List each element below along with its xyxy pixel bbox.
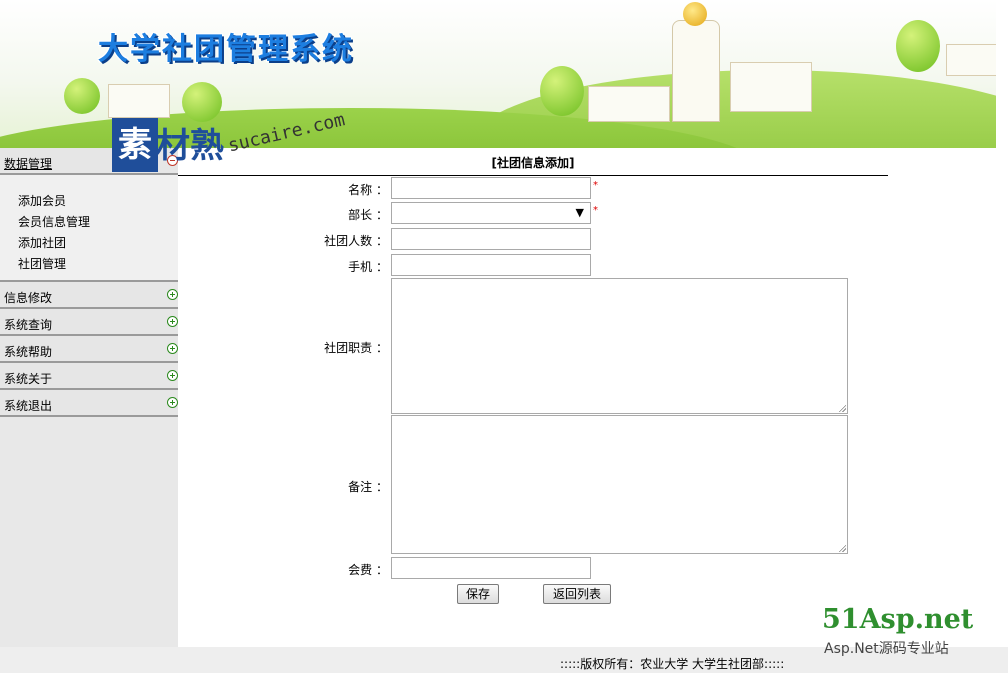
expand-icon[interactable] bbox=[167, 397, 178, 408]
watermark-51asp-subtitle: Asp.Net源码专业站 bbox=[824, 641, 949, 657]
watermark-logo: 素 bbox=[112, 118, 158, 172]
expand-icon[interactable] bbox=[167, 316, 178, 327]
resize-grip-icon[interactable] bbox=[838, 544, 846, 552]
sidebar-item-club-management[interactable]: 社团管理 bbox=[18, 255, 66, 272]
fee-input[interactable] bbox=[391, 557, 591, 579]
chevron-down-icon: ▼ bbox=[575, 206, 584, 219]
sidebar-section-system-help[interactable]: 系统帮助 bbox=[0, 336, 178, 363]
sidebar-section-label: 数据管理 bbox=[4, 157, 53, 171]
required-mark: * bbox=[593, 180, 598, 191]
banner-house bbox=[730, 62, 812, 112]
back-to-list-button[interactable]: 返回列表 bbox=[543, 584, 611, 604]
system-title: 大学社团管理系统 bbox=[98, 32, 354, 67]
sidebar-submenu: 添加会员 会员信息管理 添加社团 社团管理 bbox=[0, 175, 178, 282]
remark-textarea[interactable] bbox=[391, 415, 848, 554]
sidebar-section-system-exit[interactable]: 系统退出 bbox=[0, 390, 178, 417]
copyright-text: :::::版权所有：农业大学 大学生社团部::::: bbox=[560, 657, 785, 671]
minister-select[interactable]: ▼ bbox=[391, 202, 591, 224]
banner-house bbox=[588, 86, 670, 122]
banner-tree bbox=[540, 66, 584, 116]
banner-dome bbox=[683, 2, 707, 26]
banner-tower bbox=[672, 20, 720, 122]
expand-icon[interactable] bbox=[167, 289, 178, 300]
banner-house bbox=[946, 44, 996, 76]
resize-grip-icon[interactable] bbox=[838, 404, 846, 412]
banner-tree bbox=[896, 20, 940, 72]
required-mark: * bbox=[593, 205, 598, 216]
sidebar-section-label: 系统关于 bbox=[4, 372, 53, 386]
sidebar-section-label: 系统查询 bbox=[4, 318, 53, 332]
banner-house bbox=[108, 84, 170, 118]
banner-tree bbox=[64, 78, 100, 114]
expand-icon[interactable] bbox=[167, 343, 178, 354]
sidebar-item-member-management[interactable]: 会员信息管理 bbox=[18, 213, 90, 230]
fee-label: 会费 ： bbox=[348, 563, 388, 577]
member-count-label: 社团人数 ： bbox=[324, 234, 388, 248]
phone-input[interactable] bbox=[391, 254, 591, 276]
expand-icon[interactable] bbox=[167, 370, 178, 381]
watermark-51asp: 51Asp.net bbox=[822, 604, 974, 635]
sidebar-section-label: 系统帮助 bbox=[4, 345, 53, 359]
form-title: [社团信息添加] bbox=[178, 154, 888, 176]
sidebar-section-label: 信息修改 bbox=[4, 291, 53, 305]
sidebar-section-info-edit[interactable]: 信息修改 bbox=[0, 282, 178, 309]
sidebar-section-system-about[interactable]: 系统关于 bbox=[0, 363, 178, 390]
sidebar: 数据管理 添加会员 会员信息管理 添加社团 社团管理 信息修改 系统查询 系统帮… bbox=[0, 148, 178, 647]
sidebar-section-label: 系统退出 bbox=[4, 399, 53, 413]
minister-label: 部长 ： bbox=[348, 208, 388, 222]
sidebar-section-system-query[interactable]: 系统查询 bbox=[0, 309, 178, 336]
sidebar-item-add-club[interactable]: 添加社团 bbox=[18, 234, 66, 251]
duty-textarea[interactable] bbox=[391, 278, 848, 414]
duty-label: 社团职责 ： bbox=[324, 341, 388, 355]
phone-label: 手机 ： bbox=[348, 260, 388, 274]
banner-tree bbox=[182, 82, 222, 122]
name-input[interactable] bbox=[391, 177, 591, 199]
name-label: 名称 ： bbox=[348, 183, 388, 197]
remark-label: 备注 ： bbox=[348, 480, 388, 494]
member-count-input[interactable] bbox=[391, 228, 591, 250]
save-button[interactable]: 保存 bbox=[457, 584, 499, 604]
sidebar-item-add-member[interactable]: 添加会员 bbox=[18, 192, 66, 209]
